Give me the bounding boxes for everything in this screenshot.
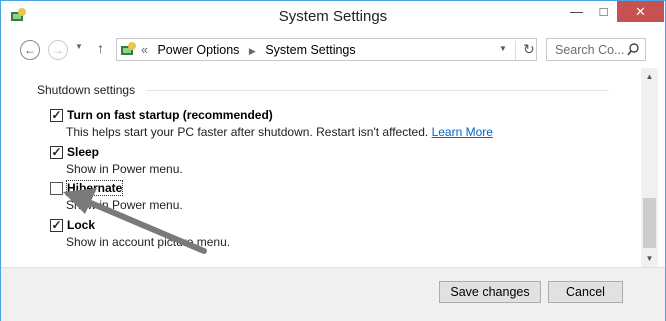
breadcrumb: « Power Options ▶ System Settings bbox=[141, 43, 356, 57]
scroll-up-icon[interactable]: ▲ bbox=[641, 68, 658, 85]
navigation-bar: ← → ▼ ↑ « Power Options ▶ System Setting… bbox=[1, 32, 665, 68]
breadcrumb-overflow[interactable]: « bbox=[141, 43, 148, 57]
save-changes-button[interactable]: Save changes bbox=[439, 281, 541, 303]
search-input[interactable]: Search Co... bbox=[546, 38, 646, 61]
breadcrumb-system-settings[interactable]: System Settings bbox=[265, 43, 355, 57]
recent-locations-icon[interactable]: ▼ bbox=[75, 42, 83, 51]
annotation-arrow-icon bbox=[63, 188, 207, 254]
breadcrumb-power-options[interactable]: Power Options bbox=[157, 43, 239, 57]
settings-content: Shutdown settings ✓ Turn on fast startup… bbox=[1, 68, 641, 267]
scroll-down-icon[interactable]: ▼ bbox=[641, 250, 658, 267]
scrollbar-thumb[interactable] bbox=[643, 198, 656, 248]
refresh-icon[interactable]: ↻ bbox=[515, 41, 535, 60]
address-dropdown-icon[interactable]: ▼ bbox=[499, 44, 507, 53]
address-bar[interactable]: « Power Options ▶ System Settings ▼ ↻ bbox=[116, 38, 537, 61]
vertical-scrollbar[interactable]: ▲ ▼ bbox=[641, 68, 658, 267]
minimize-button[interactable]: — bbox=[563, 1, 590, 22]
window: System Settings — □ ✕ ← → ▼ ↑ « Power Op… bbox=[0, 0, 666, 321]
close-button[interactable]: ✕ bbox=[617, 1, 664, 22]
breadcrumb-separator-icon[interactable]: ▶ bbox=[249, 46, 256, 56]
maximize-button[interactable]: □ bbox=[590, 1, 617, 22]
back-button[interactable]: ← bbox=[20, 40, 40, 60]
up-button[interactable]: ↑ bbox=[97, 40, 104, 56]
title-bar: System Settings — □ ✕ bbox=[1, 1, 665, 32]
control-panel-icon bbox=[121, 42, 136, 55]
search-placeholder: Search Co... bbox=[555, 43, 625, 57]
button-bar: Save changes Cancel bbox=[1, 267, 665, 321]
forward-button[interactable]: → bbox=[48, 40, 68, 60]
search-icon[interactable] bbox=[627, 43, 639, 56]
cancel-button[interactable]: Cancel bbox=[548, 281, 623, 303]
